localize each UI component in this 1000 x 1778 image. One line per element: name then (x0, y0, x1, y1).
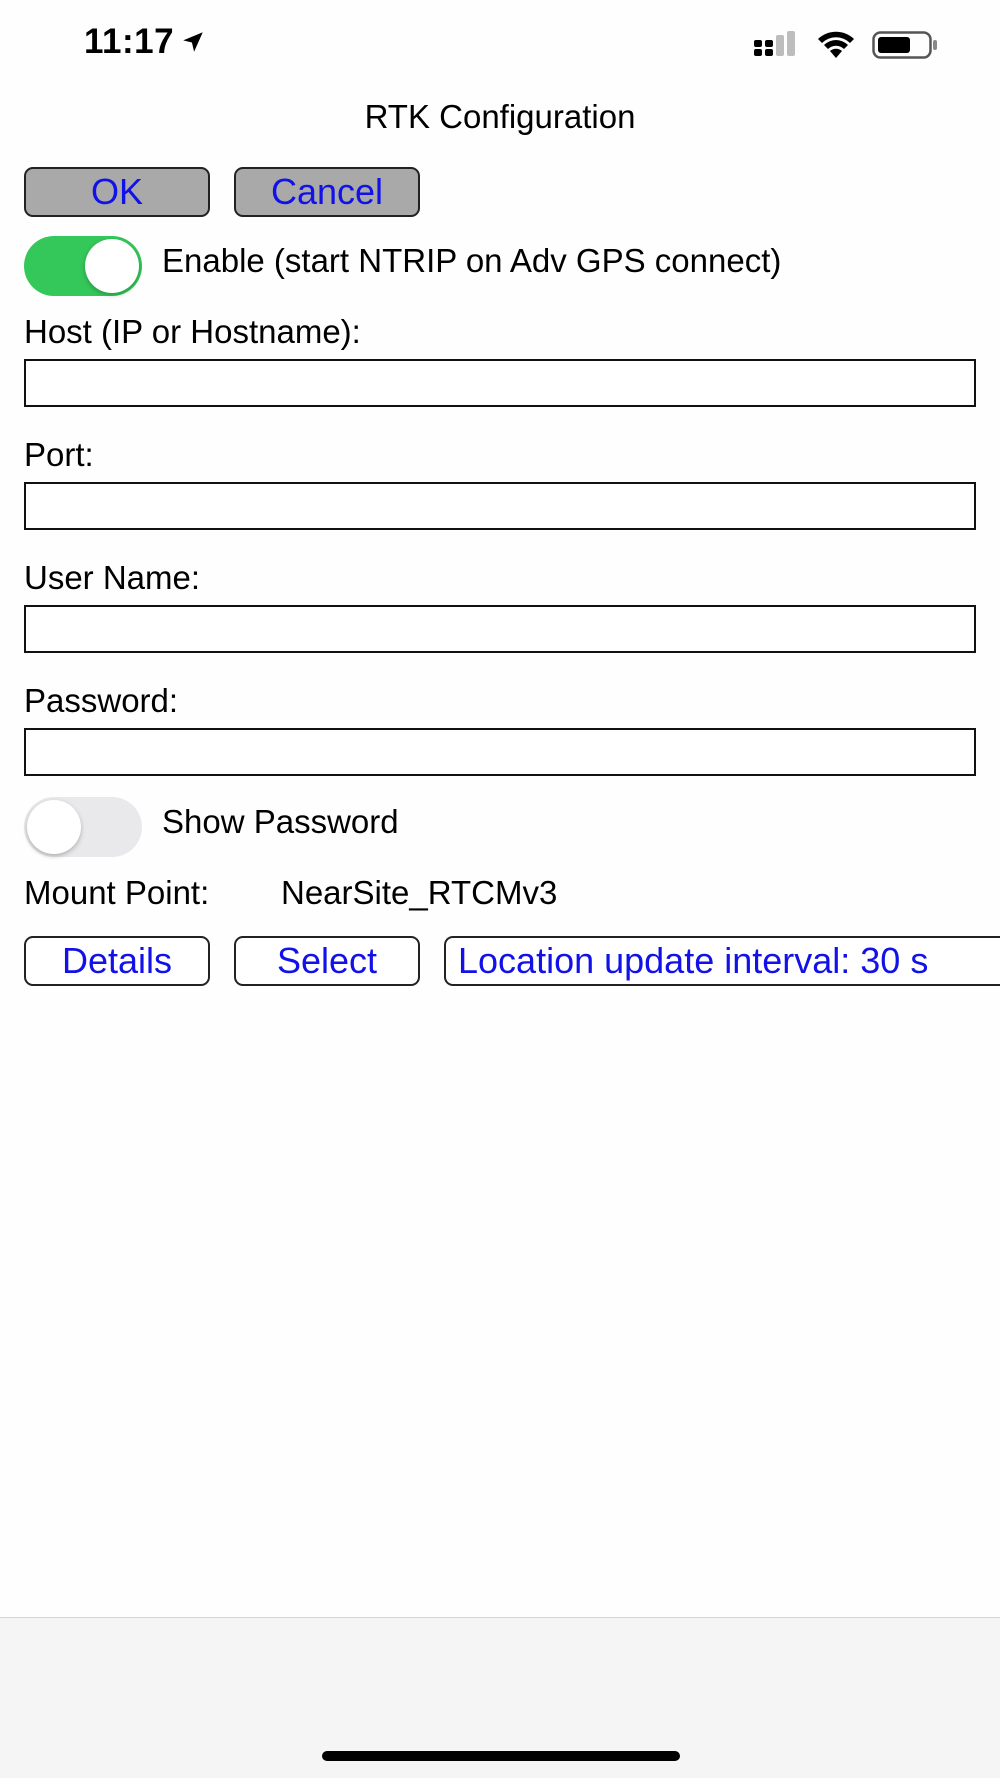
cellular-signal-icon (754, 31, 795, 56)
enable-label: Enable (start NTRIP on Adv GPS connect) (162, 242, 782, 279)
cancel-button[interactable]: Cancel (234, 167, 420, 217)
show-password-toggle[interactable] (24, 797, 142, 857)
status-time-text: 11:17 (84, 22, 175, 61)
toggle-knob (27, 800, 81, 854)
host-input[interactable] (24, 359, 976, 407)
page-title: RTK Configuration (364, 98, 636, 135)
ok-button[interactable]: OK (24, 167, 210, 217)
home-indicator[interactable] (322, 1751, 680, 1761)
password-input[interactable] (24, 728, 976, 776)
port-label: Port: (24, 436, 94, 473)
status-icons (752, 30, 938, 60)
username-label: User Name: (24, 559, 201, 596)
location-arrow-icon (183, 32, 203, 52)
toggle-knob (85, 239, 139, 293)
status-time: 11:17 (84, 22, 206, 62)
details-button[interactable]: Details (24, 936, 210, 986)
port-input[interactable] (24, 482, 976, 530)
screen: 11:17 RTK Configuration OK Cancel Enable… (0, 0, 1000, 1778)
mount-point-value: NearSite_RTCMv3 (281, 874, 558, 911)
username-input[interactable] (24, 605, 976, 653)
enable-toggle[interactable] (24, 236, 142, 296)
wifi-icon (818, 31, 854, 58)
battery-icon (872, 31, 937, 59)
location-interval-button[interactable]: Location update interval: 30 s (444, 936, 1000, 986)
mount-point-label: Mount Point: (24, 874, 210, 911)
host-label: Host (IP or Hostname): (24, 313, 361, 350)
password-label: Password: (24, 682, 179, 719)
show-password-label: Show Password (162, 803, 399, 840)
select-button[interactable]: Select (234, 936, 420, 986)
